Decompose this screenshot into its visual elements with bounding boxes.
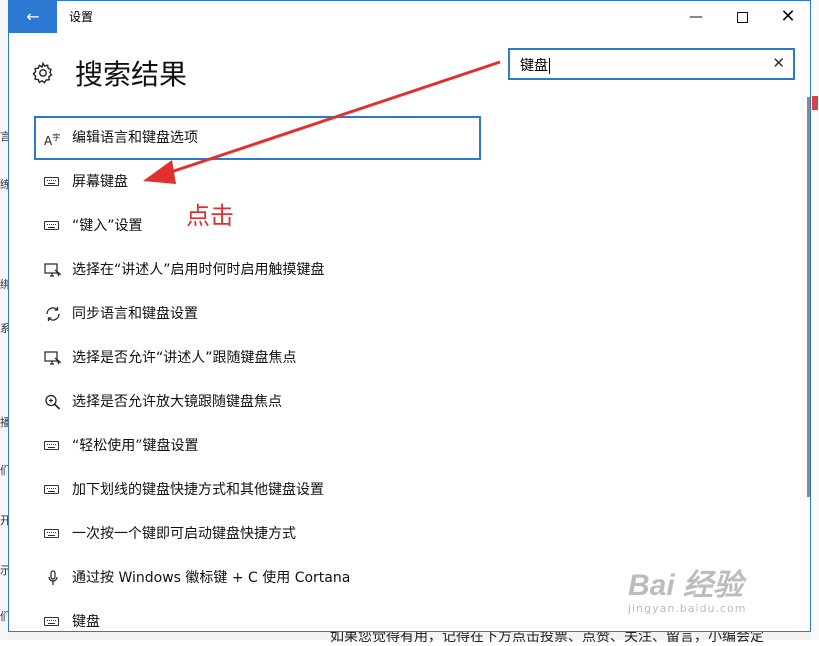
annotation-label: 点击	[186, 202, 234, 230]
search-input-value: 键盘	[520, 58, 548, 74]
sync-icon	[46, 307, 60, 321]
result-label: 屏幕键盘	[72, 174, 128, 190]
result-item[interactable]: 选择在“讲述人”启用时何时启用触摸键盘	[34, 248, 484, 292]
watermark-url: jingyan.baidu.com	[628, 602, 747, 615]
result-label: “键入”设置	[72, 218, 143, 234]
result-label: 通过按 Windows 徽标键 + C 使用 Cortana	[72, 570, 351, 586]
watermark-brand: Bai 经验	[628, 569, 744, 602]
keyboard-icon	[44, 441, 59, 450]
result-item[interactable]: 选择是否允许放大镜跟随键盘焦点	[34, 380, 484, 424]
result-label: 选择是否允许“讲述人”跟随键盘焦点	[72, 350, 297, 366]
result-item[interactable]: “键入”设置	[34, 204, 484, 248]
search-results-list: A字 编辑语言和键盘选项 屏幕键盘 “键入”设置 选择在“讲述人”启用时何时启用…	[34, 116, 484, 631]
arrow-left-icon: ←	[26, 7, 40, 26]
keyboard-icon	[44, 529, 59, 538]
result-label: “轻松使用”键盘设置	[72, 438, 199, 454]
background-left-strip: 言 练 绑 系 播 们 开 示 们	[0, 0, 11, 640]
result-label: 一次按一个键即可启动键盘快捷方式	[72, 526, 296, 542]
result-item[interactable]: 加下划线的键盘快捷方式和其他键盘设置	[34, 468, 484, 512]
result-label: 键盘	[72, 614, 100, 630]
result-label: 编辑语言和键盘选项	[72, 130, 198, 146]
narrator-icon	[44, 263, 62, 277]
narrator-icon	[44, 351, 62, 365]
search-input[interactable]: 键盘	[520, 55, 550, 75]
result-item[interactable]: A字 编辑语言和键盘选项	[34, 116, 481, 160]
clear-search-button[interactable]: ✕	[772, 54, 785, 72]
result-item[interactable]: 选择是否允许“讲述人”跟随键盘焦点	[34, 336, 484, 380]
keyboard-icon	[44, 617, 59, 626]
language-icon: A字	[44, 133, 61, 148]
result-item[interactable]: 屏幕键盘	[34, 160, 484, 204]
result-item[interactable]: “轻松使用”键盘设置	[34, 424, 484, 468]
settings-window: ← 设置 — ✕ 搜索结果 键盘 ✕ A字 编辑语言和键盘选项 屏幕键盘 “键入…	[8, 0, 811, 632]
result-item[interactable]: 通过按 Windows 徽标键 + C 使用 Cortana	[34, 556, 484, 600]
close-icon: ✕	[772, 54, 785, 72]
maximize-icon	[736, 11, 748, 23]
gear-icon	[32, 61, 53, 84]
minimize-button[interactable]: —	[673, 1, 719, 33]
close-button[interactable]: ✕	[765, 1, 810, 33]
keyboard-icon	[44, 485, 59, 494]
scrollbar[interactable]	[807, 97, 810, 497]
result-label: 加下划线的键盘快捷方式和其他键盘设置	[72, 482, 324, 498]
result-label: 选择在“讲述人”启用时何时启用触摸键盘	[72, 262, 325, 278]
maximize-button[interactable]	[719, 1, 765, 33]
minimize-icon: —	[689, 9, 703, 25]
magnifier-icon	[45, 394, 61, 410]
result-label: 同步语言和键盘设置	[72, 306, 198, 322]
result-label: 选择是否允许放大镜跟随键盘焦点	[72, 394, 282, 410]
keyboard-icon	[44, 221, 59, 230]
page-title: 搜索结果	[75, 58, 188, 91]
result-item[interactable]: 一次按一个键即可启动键盘快捷方式	[34, 512, 484, 556]
microphone-icon	[48, 570, 58, 585]
search-box[interactable]: 键盘 ✕	[508, 48, 795, 80]
text-caret	[549, 58, 550, 74]
background-red-mark	[812, 96, 818, 110]
watermark: Bai 经验 jingyan.baidu.com	[628, 560, 747, 615]
title-bar: ← 设置 — ✕	[9, 1, 810, 33]
back-button[interactable]: ←	[9, 1, 57, 33]
result-item[interactable]: 键盘	[34, 600, 484, 631]
result-item[interactable]: 同步语言和键盘设置	[34, 292, 484, 336]
close-icon: ✕	[780, 6, 796, 27]
window-title: 设置	[69, 10, 94, 24]
keyboard-icon	[44, 177, 59, 186]
